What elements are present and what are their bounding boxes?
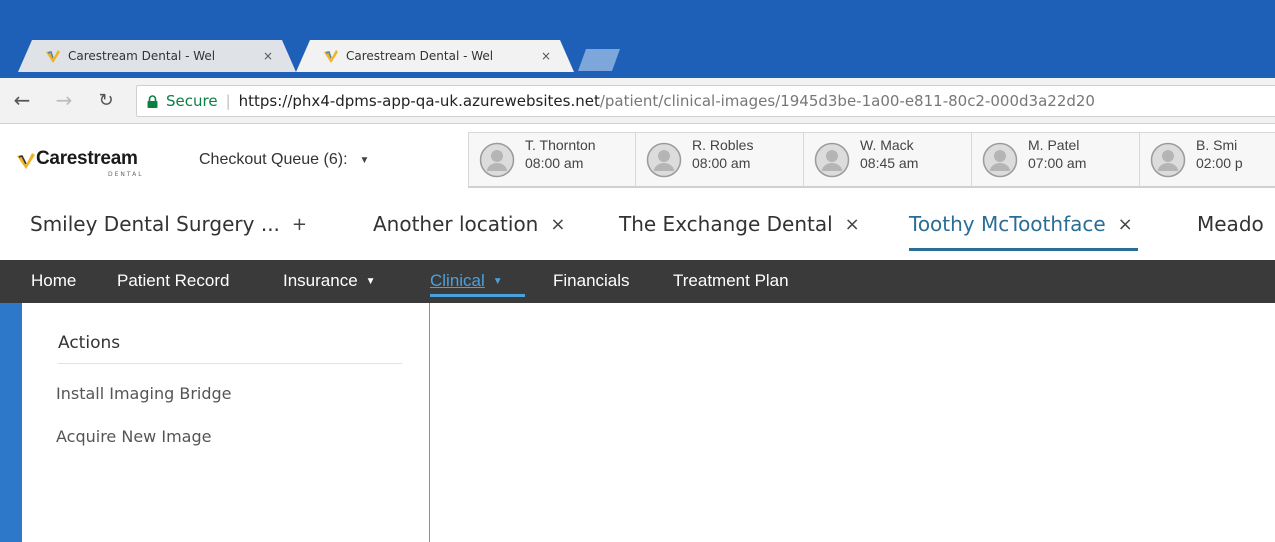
chevron-down-icon: ▼ xyxy=(492,276,503,287)
add-icon[interactable]: + xyxy=(292,214,307,235)
location-tab-another-location[interactable]: Another location × xyxy=(373,212,565,236)
appointment-card[interactable]: T. Thornton 08:00 am xyxy=(468,132,636,188)
location-tab-label: Toothy McToothface xyxy=(909,212,1106,236)
avatar-icon xyxy=(814,142,850,178)
actions-panel: Actions Install Imaging Bridge Acquire N… xyxy=(22,303,430,542)
browser-toolbar: ← → ↻ Secure | https://phx4-dpms-app-qa-… xyxy=(0,78,1275,124)
chevron-down-icon: ▼ xyxy=(365,276,376,287)
address-separator: | xyxy=(225,92,231,110)
secure-label: Secure xyxy=(166,92,218,110)
appointment-card[interactable]: W. Mack 08:45 am xyxy=(804,132,972,188)
close-icon[interactable]: × xyxy=(538,49,554,63)
forward-arrow-icon[interactable]: → xyxy=(52,88,76,112)
appointment-time: 08:00 am xyxy=(692,155,751,171)
appointment-patient-name: R. Robles xyxy=(692,137,754,153)
back-arrow-icon[interactable]: ← xyxy=(10,88,34,112)
carestream-favicon-icon xyxy=(44,47,62,65)
nav-item-insurance[interactable]: Insurance ▼ xyxy=(283,271,376,291)
chevron-down-icon: ▼ xyxy=(359,154,370,166)
close-icon[interactable]: × xyxy=(260,49,276,63)
install-imaging-bridge-link[interactable]: Install Imaging Bridge xyxy=(56,384,232,403)
avatar-icon xyxy=(982,142,1018,178)
appointment-strip: T. Thornton 08:00 am R. Robles 08:00 am … xyxy=(468,132,1275,188)
reload-icon[interactable]: ↻ xyxy=(94,88,118,112)
carestream-favicon-icon xyxy=(322,47,340,65)
active-location-underline xyxy=(909,248,1138,251)
appointment-patient-name: W. Mack xyxy=(860,137,914,153)
nav-item-home[interactable]: Home xyxy=(31,271,76,291)
nav-item-label: Patient Record xyxy=(117,271,230,290)
location-tab-smiley-dental[interactable]: Smiley Dental Surgery ... + xyxy=(30,212,307,236)
location-tab-label: Meado xyxy=(1197,212,1264,236)
appointment-time: 07:00 am xyxy=(1028,155,1087,171)
browser-tab-2[interactable]: Carestream Dental - Wel × xyxy=(296,40,574,72)
carestream-logo-icon xyxy=(17,153,35,169)
nav-item-patient-record[interactable]: Patient Record xyxy=(117,271,229,291)
active-nav-underline xyxy=(430,294,525,297)
appointment-card[interactable]: M. Patel 07:00 am xyxy=(972,132,1140,188)
nav-item-label: Clinical xyxy=(430,271,485,290)
logo-subtext: DENTAL xyxy=(108,171,144,178)
appointment-patient-name: B. Smi xyxy=(1196,137,1238,153)
avatar-icon xyxy=(479,142,515,178)
actions-heading: Actions xyxy=(58,333,121,353)
appointment-patient-name: T. Thornton xyxy=(525,137,596,153)
appointment-time: 08:45 am xyxy=(860,155,919,171)
appointment-card[interactable]: R. Robles 08:00 am xyxy=(636,132,804,188)
close-icon[interactable]: × xyxy=(1118,214,1133,235)
appointment-card[interactable]: B. Smi 02:00 p xyxy=(1140,132,1275,188)
actions-divider xyxy=(58,363,402,364)
appointment-patient-name: M. Patel xyxy=(1028,137,1080,153)
image-viewer-area xyxy=(431,303,1275,542)
location-tab-meado[interactable]: Meado xyxy=(1197,212,1264,236)
location-tab-label: Smiley Dental Surgery ... xyxy=(30,212,280,236)
location-tab-the-exchange-dental[interactable]: The Exchange Dental × xyxy=(619,212,860,236)
lock-icon xyxy=(147,94,158,108)
nav-item-financials[interactable]: Financials xyxy=(553,271,630,291)
browser-tab-1[interactable]: Carestream Dental - Wel × xyxy=(18,40,296,72)
new-tab-button[interactable] xyxy=(578,49,620,71)
nav-item-clinical[interactable]: Clinical ▼ xyxy=(430,271,503,291)
app-header: Carestream DENTAL Checkout Queue (6): ▼ … xyxy=(0,124,1275,194)
nav-item-label: Home xyxy=(31,271,77,290)
appointment-time: 02:00 p xyxy=(1196,155,1243,171)
location-tab-label: Another location xyxy=(373,212,539,236)
location-tabs: Smiley Dental Surgery ... + Another loca… xyxy=(0,194,1275,256)
avatar-icon xyxy=(646,142,682,178)
checkout-queue-label: Checkout Queue (6): xyxy=(199,151,348,168)
url-path: /patient/clinical-images/1945d3be-1a00-e… xyxy=(599,92,1095,110)
location-tab-label: The Exchange Dental xyxy=(619,212,833,236)
nav-item-label: Treatment Plan xyxy=(673,271,789,290)
location-tab-toothy-mctoothface[interactable]: Toothy McToothface × xyxy=(909,212,1133,236)
close-icon[interactable]: × xyxy=(845,214,860,235)
logo-text: Carestream xyxy=(36,148,138,169)
nav-item-label: Insurance xyxy=(283,271,358,290)
appointment-time: 08:00 am xyxy=(525,155,584,171)
browser-tab-strip: Carestream Dental - Wel × Carestream Den… xyxy=(0,0,1275,78)
browser-tab-title: Carestream Dental - Wel xyxy=(346,49,494,63)
acquire-new-image-link[interactable]: Acquire New Image xyxy=(56,427,211,446)
nav-item-label: Financials xyxy=(553,271,630,290)
nav-item-treatment-plan[interactable]: Treatment Plan xyxy=(673,271,789,291)
checkout-queue-dropdown[interactable]: Checkout Queue (6): ▼ xyxy=(199,151,369,169)
main-nav: Home Patient Record Insurance ▼ Clinical ▼… xyxy=(0,260,1275,303)
left-accent-stripe xyxy=(0,303,22,542)
close-icon[interactable]: × xyxy=(550,214,565,235)
browser-tab-title: Carestream Dental - Wel xyxy=(68,49,216,63)
url-host: https://phx4-dpms-app-qa-uk.azurewebsite… xyxy=(238,92,600,110)
avatar-icon xyxy=(1150,142,1186,178)
carestream-logo[interactable]: Carestream DENTAL xyxy=(16,148,176,184)
address-bar[interactable]: Secure | https://phx4-dpms-app-qa-uk.azu… xyxy=(136,85,1275,117)
